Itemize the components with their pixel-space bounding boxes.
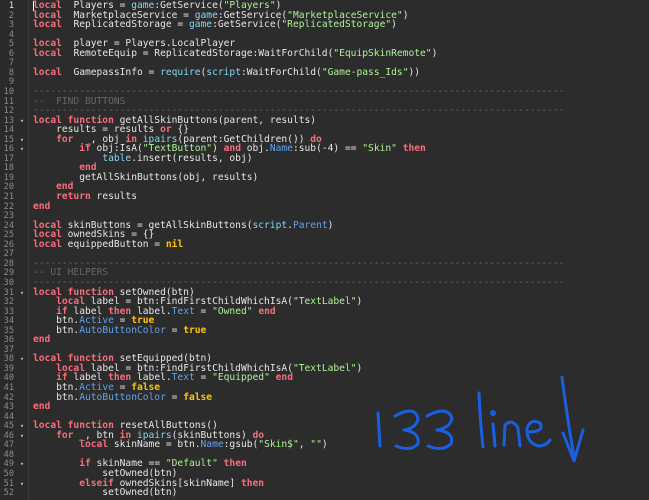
code-token: local bbox=[33, 238, 62, 250]
code-token: equippedButton = bbox=[61, 238, 166, 250]
code-token: = bbox=[194, 305, 213, 317]
code-token: RemoteEquip = ReplicatedStorage:WaitForC… bbox=[61, 47, 334, 59]
code-token: then bbox=[223, 458, 247, 470]
code-token: ) bbox=[402, 9, 409, 21]
code-token: .insert(results, obj) bbox=[131, 152, 253, 164]
code-token: end bbox=[33, 200, 51, 212]
code-token: ) bbox=[356, 362, 363, 374]
code-token: Name bbox=[269, 143, 293, 155]
code-token: local bbox=[33, 47, 62, 59]
code-token: ----------------------------------------… bbox=[33, 257, 565, 269]
code-token: "Game-pass_Ids" bbox=[321, 66, 409, 78]
code-token: table bbox=[102, 152, 132, 164]
code-token: ) bbox=[327, 219, 334, 231]
line-number: 52 bbox=[3, 488, 14, 499]
code-token: "TextLabel" bbox=[292, 362, 357, 374]
code-token: "TextLabel" bbox=[292, 296, 357, 308]
code-token: :WaitForChild( bbox=[240, 66, 322, 78]
code-line[interactable]: 52 setOwned(btn) bbox=[0, 487, 649, 499]
code-token: true bbox=[183, 324, 207, 336]
code-token: end bbox=[275, 372, 293, 384]
code-token: "EquipSkinRemote" bbox=[333, 47, 432, 59]
code-token: end bbox=[33, 401, 51, 413]
code-token: ReplicatedStorage = bbox=[61, 19, 189, 31]
code-token: end bbox=[33, 334, 51, 346]
code-token: setOwned(btn) bbox=[33, 487, 178, 499]
code-token: AutoButtonColor bbox=[79, 324, 166, 336]
code-token: Parent bbox=[292, 219, 328, 231]
code-token: AutoButtonColor bbox=[79, 391, 166, 403]
code-token: = bbox=[165, 324, 184, 336]
code-token: nil bbox=[165, 238, 184, 250]
code-token: :GetService( bbox=[212, 19, 282, 31]
code-token: ) bbox=[356, 296, 363, 308]
code-token: end bbox=[258, 305, 276, 317]
code-token: = bbox=[165, 391, 184, 403]
code-token: "Equipped" bbox=[212, 372, 270, 384]
code-token: :gsub( bbox=[223, 439, 259, 451]
code-token: return bbox=[56, 191, 91, 202]
code-token: false bbox=[183, 391, 213, 403]
code-token: "Skin$" bbox=[258, 439, 299, 451]
code-token: then bbox=[402, 143, 426, 155]
code-token: local bbox=[33, 66, 62, 78]
code-text: setOwned(btn) bbox=[33, 487, 178, 499]
code-token: results bbox=[90, 191, 137, 202]
code-token: then bbox=[240, 477, 265, 489]
code-token: local bbox=[79, 439, 109, 451]
code-token: Name bbox=[200, 439, 224, 451]
code-token: GamepassInfo = bbox=[61, 66, 161, 78]
code-token: script bbox=[206, 66, 241, 78]
code-token: )) bbox=[408, 66, 421, 78]
code-token: :sub(-4) == bbox=[292, 143, 363, 155]
code-token: script bbox=[252, 219, 288, 231]
code-editor[interactable]: 1 local Players = game:GetService("Player… bbox=[0, 0, 649, 500]
code-token: "" bbox=[310, 439, 322, 451]
code-token: game bbox=[188, 19, 213, 31]
code-token: , bbox=[298, 439, 311, 451]
code-token: Text bbox=[171, 372, 195, 384]
code-token: ) bbox=[431, 47, 438, 59]
code-token: "ReplicatedStorage" bbox=[281, 19, 392, 31]
code-token: "Owned" bbox=[212, 305, 253, 317]
code-token: local bbox=[33, 19, 62, 31]
code-token: require bbox=[160, 66, 201, 78]
code-token: skinName = btn. bbox=[108, 439, 201, 451]
code-token: ) bbox=[391, 19, 397, 31]
code-token: ) bbox=[321, 439, 328, 451]
code-token: = bbox=[194, 372, 213, 384]
code-token: Text bbox=[171, 305, 195, 317]
code-token: "Skin" bbox=[362, 143, 397, 155]
